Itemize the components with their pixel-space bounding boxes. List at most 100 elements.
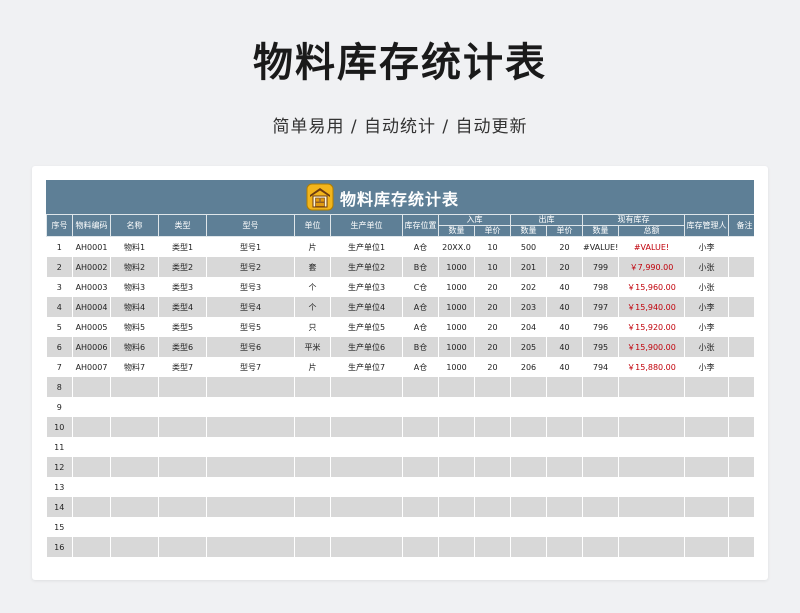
cell-name[interactable]: 物料6 bbox=[110, 337, 159, 357]
cell-out-price[interactable]: 40 bbox=[546, 357, 583, 377]
cell-out-price[interactable] bbox=[546, 377, 583, 397]
cell-stock-qty[interactable] bbox=[582, 457, 619, 477]
cell-in-price[interactable]: 20 bbox=[474, 297, 511, 317]
cell-seq[interactable]: 2 bbox=[46, 257, 73, 277]
cell-out-qty[interactable]: 205 bbox=[510, 337, 547, 357]
cell-stock-total[interactable] bbox=[618, 417, 685, 437]
cell-unit[interactable] bbox=[294, 517, 331, 537]
cell-in-qty[interactable]: 1000 bbox=[438, 337, 475, 357]
cell-note[interactable] bbox=[728, 317, 754, 337]
cell-unit[interactable]: 片 bbox=[294, 236, 331, 257]
cell-location[interactable]: A仓 bbox=[402, 317, 439, 337]
cell-stock-qty[interactable]: 797 bbox=[582, 297, 619, 317]
cell-name[interactable]: 物料3 bbox=[110, 277, 159, 297]
cell-out-qty[interactable] bbox=[510, 377, 547, 397]
cell-note[interactable] bbox=[728, 477, 754, 497]
cell-in-price[interactable] bbox=[474, 517, 511, 537]
cell-unit[interactable]: 套 bbox=[294, 257, 331, 277]
cell-location[interactable]: C仓 bbox=[402, 277, 439, 297]
cell-unit[interactable] bbox=[294, 417, 331, 437]
header-stock-total[interactable]: 总额 bbox=[618, 225, 685, 237]
cell-model[interactable] bbox=[206, 537, 295, 557]
cell-out-price[interactable]: 40 bbox=[546, 317, 583, 337]
cell-out-price[interactable]: 40 bbox=[546, 277, 583, 297]
cell-unit[interactable] bbox=[294, 437, 331, 457]
cell-note[interactable] bbox=[728, 357, 754, 377]
cell-manager[interactable] bbox=[684, 537, 729, 557]
header-out-price[interactable]: 单价 bbox=[546, 225, 583, 237]
cell-type[interactable] bbox=[158, 497, 207, 517]
cell-location[interactable] bbox=[402, 397, 439, 417]
cell-seq[interactable]: 3 bbox=[46, 277, 73, 297]
cell-note[interactable] bbox=[728, 397, 754, 417]
cell-in-qty[interactable] bbox=[438, 517, 475, 537]
cell-out-price[interactable]: 40 bbox=[546, 297, 583, 317]
cell-note[interactable] bbox=[728, 437, 754, 457]
cell-unit[interactable]: 片 bbox=[294, 357, 331, 377]
cell-out-price[interactable] bbox=[546, 417, 583, 437]
cell-manager[interactable]: 小李 bbox=[684, 357, 729, 377]
cell-seq[interactable]: 15 bbox=[46, 517, 73, 537]
cell-in-price[interactable]: 10 bbox=[474, 257, 511, 277]
cell-seq[interactable]: 11 bbox=[46, 437, 73, 457]
cell-stock-total[interactable] bbox=[618, 397, 685, 417]
cell-stock-qty[interactable] bbox=[582, 417, 619, 437]
cell-note[interactable] bbox=[728, 497, 754, 517]
cell-unit[interactable] bbox=[294, 397, 331, 417]
cell-type[interactable]: 类型3 bbox=[158, 277, 207, 297]
table-row[interactable]: 16 bbox=[46, 537, 754, 557]
cell-unit[interactable] bbox=[294, 537, 331, 557]
cell-unit[interactable]: 个 bbox=[294, 277, 331, 297]
header-code[interactable]: 物料编码 bbox=[72, 214, 111, 237]
header-in-qty[interactable]: 数量 bbox=[438, 225, 475, 237]
cell-out-price[interactable]: 20 bbox=[546, 257, 583, 277]
cell-stock-total[interactable] bbox=[618, 477, 685, 497]
cell-code[interactable] bbox=[72, 437, 111, 457]
cell-producer[interactable] bbox=[330, 417, 403, 437]
cell-model[interactable] bbox=[206, 517, 295, 537]
cell-stock-qty[interactable] bbox=[582, 537, 619, 557]
cell-model[interactable]: 型号3 bbox=[206, 277, 295, 297]
cell-producer[interactable] bbox=[330, 397, 403, 417]
cell-note[interactable] bbox=[728, 537, 754, 557]
cell-seq[interactable]: 6 bbox=[46, 337, 73, 357]
table-row[interactable]: 6 AH0006 物料6 类型6 型号6 平米 生产单位6 B仓 1000 20 205 40 795 ￥… bbox=[46, 337, 754, 357]
cell-location[interactable] bbox=[402, 417, 439, 437]
cell-out-qty[interactable]: 201 bbox=[510, 257, 547, 277]
cell-code[interactable] bbox=[72, 377, 111, 397]
cell-stock-total[interactable]: ￥7,990.00 bbox=[618, 257, 685, 277]
header-stock[interactable]: 现有库存 bbox=[582, 214, 685, 226]
cell-code[interactable] bbox=[72, 477, 111, 497]
cell-out-qty[interactable]: 500 bbox=[510, 236, 547, 257]
cell-model[interactable] bbox=[206, 377, 295, 397]
cell-out-price[interactable] bbox=[546, 457, 583, 477]
cell-out-price[interactable] bbox=[546, 477, 583, 497]
cell-in-qty[interactable] bbox=[438, 477, 475, 497]
cell-seq[interactable]: 7 bbox=[46, 357, 73, 377]
cell-code[interactable]: AH0004 bbox=[72, 297, 111, 317]
header-type[interactable]: 类型 bbox=[158, 214, 207, 237]
cell-manager[interactable] bbox=[684, 397, 729, 417]
cell-seq[interactable]: 4 bbox=[46, 297, 73, 317]
cell-manager[interactable]: 小张 bbox=[684, 277, 729, 297]
cell-seq[interactable]: 12 bbox=[46, 457, 73, 477]
cell-manager[interactable]: 小李 bbox=[684, 236, 729, 257]
cell-name[interactable] bbox=[110, 417, 159, 437]
cell-location[interactable]: B仓 bbox=[402, 257, 439, 277]
cell-in-price[interactable] bbox=[474, 457, 511, 477]
cell-type[interactable] bbox=[158, 457, 207, 477]
table-row[interactable]: 10 bbox=[46, 417, 754, 437]
header-note[interactable]: 备注 bbox=[728, 214, 754, 237]
cell-in-price[interactable]: 10 bbox=[474, 236, 511, 257]
table-row[interactable]: 13 bbox=[46, 477, 754, 497]
table-row[interactable]: 5 AH0005 物料5 类型5 型号5 只生产单位5 A仓 1000 20 204 40 796 ￥1… bbox=[46, 317, 754, 337]
cell-type[interactable]: 类型6 bbox=[158, 337, 207, 357]
cell-manager[interactable]: 小张 bbox=[684, 337, 729, 357]
cell-stock-total[interactable]: #VALUE! bbox=[618, 236, 685, 257]
cell-unit[interactable] bbox=[294, 457, 331, 477]
cell-in-qty[interactable] bbox=[438, 417, 475, 437]
header-name[interactable]: 名称 bbox=[110, 214, 159, 237]
cell-out-price[interactable] bbox=[546, 437, 583, 457]
cell-stock-qty[interactable]: 794 bbox=[582, 357, 619, 377]
header-in-price[interactable]: 单价 bbox=[474, 225, 511, 237]
